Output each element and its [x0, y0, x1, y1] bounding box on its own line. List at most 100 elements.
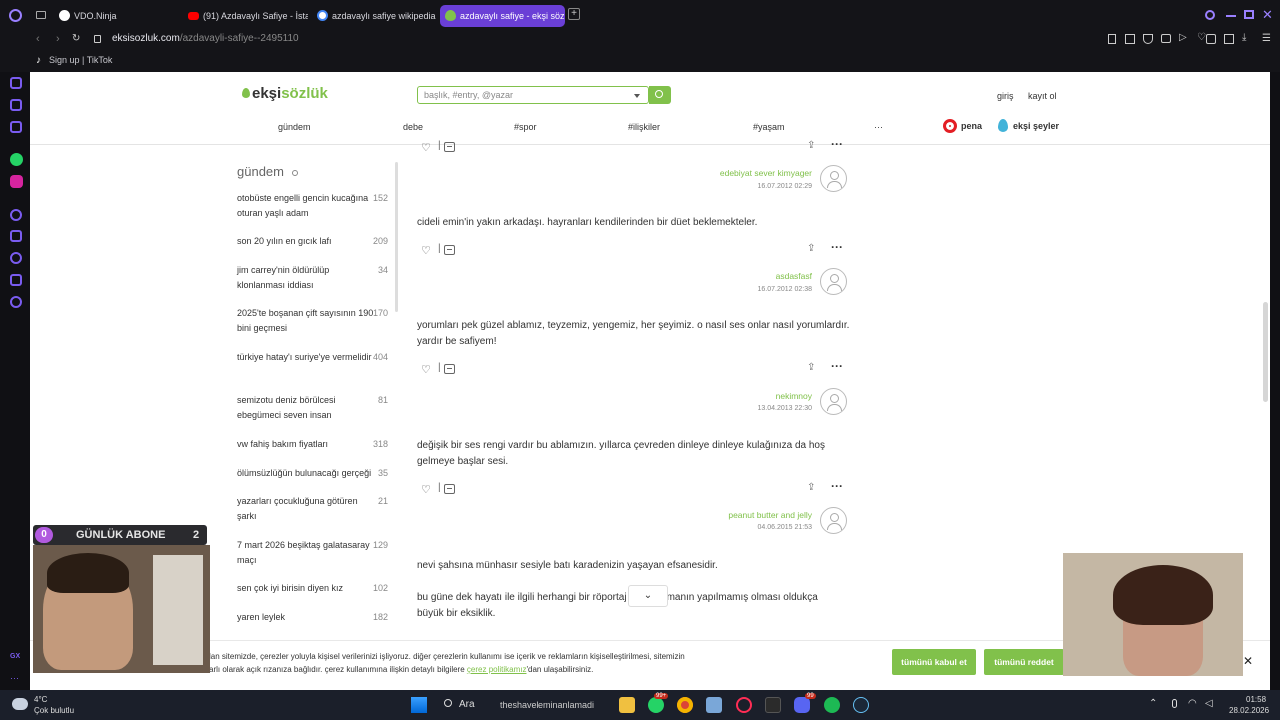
windows-start-icon[interactable] [411, 697, 427, 713]
pin-tool-icon[interactable] [1108, 34, 1116, 44]
clock-date[interactable]: 28.02.2026 [1229, 706, 1269, 715]
whatsapp-icon[interactable] [10, 153, 23, 166]
tray-chevron-icon[interactable]: ⌃ [1149, 698, 1157, 709]
avatar[interactable] [820, 507, 847, 534]
new-tab-button[interactable]: + [568, 8, 580, 20]
maximize-icon[interactable] [1244, 10, 1254, 19]
gundem-item[interactable]: yazarları çocukluğuna götüren şarkı [237, 494, 377, 524]
wifi-icon[interactable]: ◠ [1188, 698, 1197, 709]
accept-all-button[interactable]: tümünü kabul et [892, 649, 976, 675]
search-dropdown-icon[interactable] [634, 94, 640, 98]
file-explorer-icon[interactable] [619, 697, 635, 713]
history-icon[interactable] [10, 252, 22, 264]
more-icon[interactable]: ··· [10, 673, 19, 683]
bookmark-tiktok[interactable]: Sign up | TikTok [49, 55, 112, 65]
dislike-icon[interactable] [444, 245, 455, 255]
extensions-puzzle-icon[interactable] [1206, 34, 1216, 44]
login-link[interactable]: giriş [997, 91, 1014, 101]
wallet-icon[interactable] [1224, 34, 1234, 44]
dislike-icon[interactable] [444, 364, 455, 374]
chrome-icon[interactable] [677, 697, 693, 713]
instagram-icon[interactable] [10, 175, 23, 188]
tab-youtube[interactable]: (91) Azdavaylı Safiye - İsta [183, 5, 308, 27]
search-input[interactable]: başlık, #entry, @yazar [417, 86, 649, 104]
pena-link[interactable]: pena [961, 121, 982, 131]
pocket-icon[interactable] [1143, 34, 1153, 44]
avatar[interactable] [820, 165, 847, 192]
camera-icon[interactable] [1161, 34, 1171, 43]
gundem-item[interactable]: otobüste engelli gencin kucağına oturan … [237, 191, 377, 221]
volume-icon[interactable]: ◁ [1205, 698, 1213, 709]
notes-icon[interactable] [10, 99, 22, 111]
settings-gear-icon[interactable] [291, 170, 298, 176]
entry-date[interactable]: 16.07.2012 02:29 [758, 183, 813, 190]
nav-yasam[interactable]: #yaşam [753, 122, 785, 132]
nav-spor[interactable]: #spor [514, 122, 537, 132]
whatsapp-icon[interactable] [648, 697, 664, 713]
avatar[interactable] [820, 388, 847, 415]
dislike-icon[interactable] [444, 142, 455, 152]
share-icon[interactable]: ⇪ [807, 243, 815, 254]
nav-debe[interactable]: debe [403, 122, 423, 132]
pin-icon[interactable] [10, 230, 22, 242]
close-cookie-icon[interactable]: ✕ [1243, 654, 1253, 668]
tab-eksi-active[interactable]: azdavaylı safiye - ekşi söz [440, 5, 565, 27]
scroll-down-button[interactable]: ⌄ [628, 585, 668, 607]
search-tabs-icon[interactable] [1205, 10, 1215, 20]
page-scrollbar[interactable] [1263, 302, 1268, 402]
opera-menu-icon[interactable] [9, 9, 22, 22]
discord-icon[interactable] [794, 697, 810, 713]
taskbar-widget[interactable]: theshavel eminanlamadi [490, 695, 610, 715]
heart-icon[interactable]: ♡ [421, 483, 431, 496]
share-icon[interactable]: ⇪ [807, 482, 815, 493]
tab-google[interactable]: azdavaylı safiye wikipedia [312, 5, 436, 27]
network-app-icon[interactable] [706, 697, 722, 713]
weather-temp[interactable]: 4°C [34, 695, 47, 704]
entry-author[interactable]: edebiyat sever kimyager [720, 168, 812, 178]
minimize-icon[interactable] [1226, 15, 1236, 17]
settings-icon[interactable] [10, 296, 22, 308]
more-options-icon[interactable]: ··· [831, 359, 843, 373]
entry-author[interactable]: nekimnoy [776, 391, 812, 401]
aria-icon[interactable] [10, 77, 22, 89]
cookie-policy-link[interactable]: çerez politikamız [467, 665, 527, 674]
dislike-icon[interactable] [444, 484, 455, 494]
play-icon[interactable]: ▷ [1179, 32, 1187, 43]
search-button[interactable] [649, 86, 671, 104]
gundem-item[interactable]: sen çok iyi birisin diyen kız [237, 581, 377, 596]
entry-date[interactable]: 16.07.2012 02:38 [758, 286, 813, 293]
forward-icon[interactable]: › [56, 33, 60, 45]
close-window-icon[interactable]: ✕ [1262, 7, 1273, 23]
weather-icon[interactable] [12, 698, 28, 710]
steam-icon[interactable] [853, 697, 869, 713]
nav-more[interactable]: ··· [874, 122, 883, 132]
download-icon[interactable]: ⤓ [1242, 32, 1246, 43]
messenger-icon[interactable] [10, 121, 22, 133]
weather-desc[interactable]: Çok bulutlu [34, 706, 74, 715]
register-link[interactable]: kayıt ol [1028, 91, 1057, 101]
snapshot-icon[interactable] [1125, 34, 1135, 44]
gundem-item[interactable]: jim carrey'nin öldürülüp klonlanması idd… [237, 263, 377, 293]
clock-time[interactable]: 01:58 [1246, 695, 1266, 704]
workspace-icon[interactable] [36, 11, 46, 19]
menu-icon[interactable]: ☰ [1262, 33, 1271, 44]
more-options-icon[interactable]: ··· [831, 479, 843, 493]
gundem-item[interactable]: yaren leylek [237, 610, 377, 625]
gundem-item[interactable]: 7 mart 2026 beşiktaş galatasaray maçı [237, 538, 377, 568]
heart-icon[interactable]: ♡ [421, 363, 431, 376]
gundem-item[interactable]: ölümsüzlüğün bulunacağı gerçeği [237, 466, 377, 481]
reload-icon[interactable]: ↻ [72, 33, 80, 44]
player-icon[interactable] [10, 209, 22, 221]
entry-author[interactable]: asdasfasf [776, 271, 812, 281]
entry-date[interactable]: 13.04.2013 22:30 [758, 405, 813, 412]
heart-icon[interactable]: ♡ [421, 141, 431, 154]
microphone-icon[interactable] [1172, 699, 1177, 708]
entry-author[interactable]: peanut butter and jelly [728, 510, 812, 520]
more-options-icon[interactable]: ··· [831, 240, 843, 254]
nav-gundem[interactable]: gündem [278, 122, 311, 132]
extensions-icon[interactable] [10, 274, 22, 286]
gundem-scrollbar[interactable] [395, 162, 398, 312]
nav-iliskiler[interactable]: #ilişkiler [628, 122, 660, 132]
heart-icon[interactable]: ♡ [421, 244, 431, 257]
opera-gx-icon[interactable] [736, 697, 752, 713]
